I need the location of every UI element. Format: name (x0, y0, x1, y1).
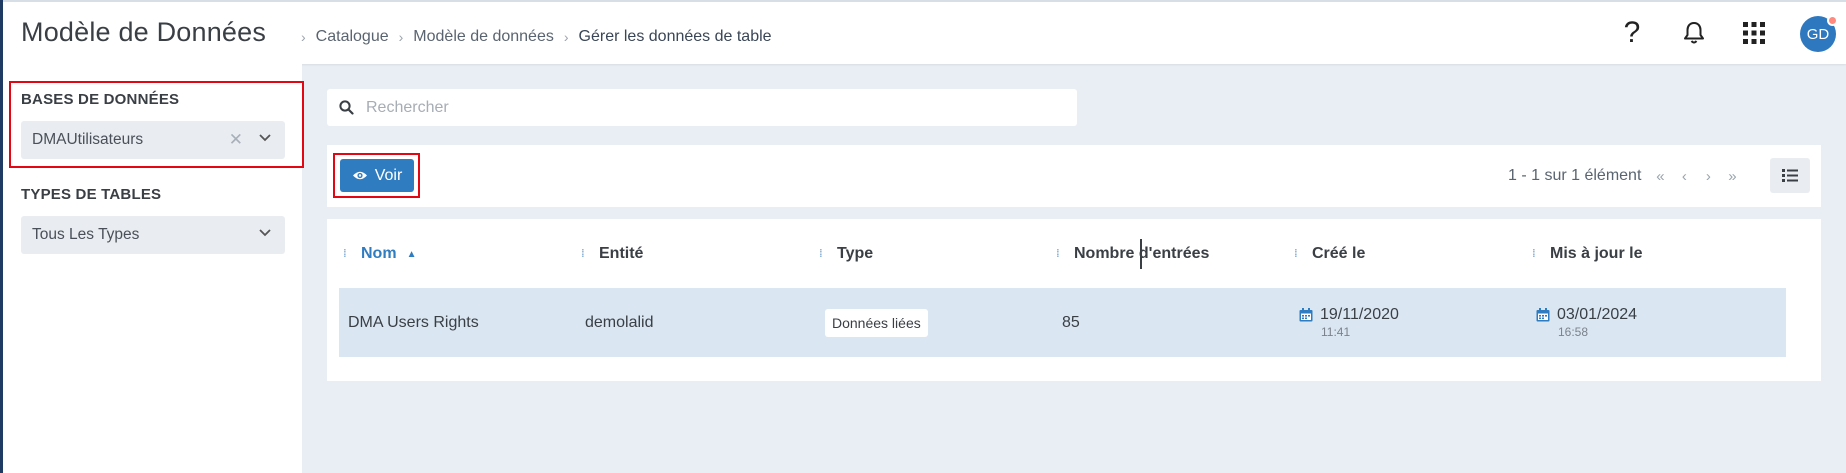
column-header-nom[interactable]: ⁞ Nom ▲ (343, 245, 416, 263)
databases-label: BASES DE DONNÉES (21, 91, 180, 108)
column-header-cree[interactable]: ⁞ Créé le (1294, 245, 1365, 263)
breadcrumb-separator-icon: › (563, 29, 569, 45)
avatar-initials: GD (1806, 25, 1830, 43)
breadcrumb: › Catalogue › Modèle de données › Gérer … (291, 28, 772, 46)
table-types-label: TYPES DE TABLES (21, 186, 162, 203)
bell-icon[interactable] (1677, 16, 1711, 50)
column-header-nombre-label: Nombre d'entrées (1074, 245, 1210, 262)
database-select[interactable]: DMAUtilisateurs ✕ (21, 121, 285, 159)
voir-button[interactable]: Voir (340, 159, 414, 192)
calendar-icon (1536, 308, 1550, 322)
cell-cree-le: 19/11/2020 11:41 (1299, 288, 1399, 357)
drag-handle-icon[interactable]: ⁞ (343, 249, 349, 260)
cree-le-time: 11:41 (1321, 325, 1351, 339)
avatar[interactable]: GD (1800, 15, 1838, 52)
table-row[interactable]: DMA Users Rights demolalid Données liées… (339, 288, 1786, 357)
sort-ascending-icon: ▲ (406, 248, 417, 260)
pagination-nav: « ‹ › » (1653, 168, 1739, 185)
list-view-toggle[interactable] (1770, 158, 1810, 193)
search-icon (339, 100, 354, 115)
drag-handle-icon[interactable]: ⁞ (1532, 249, 1538, 260)
mis-a-jour-time: 16:58 (1558, 325, 1589, 339)
first-page-icon[interactable]: « (1653, 168, 1667, 185)
drag-handle-icon[interactable]: ⁞ (819, 249, 825, 260)
drag-handle-icon[interactable]: ⁞ (1294, 249, 1300, 260)
column-header-mis-a-jour-label: Mis à jour le (1550, 245, 1643, 262)
table-type-select-value: Tous Les Types (32, 226, 140, 243)
pagination-text: 1 - 1 sur 1 élément (1508, 167, 1642, 184)
mis-a-jour-date: 03/01/2024 (1557, 306, 1638, 323)
last-page-icon[interactable]: » (1725, 168, 1739, 185)
type-badge: Données liées (825, 308, 928, 337)
list-view-icon (1782, 169, 1798, 182)
previous-page-icon[interactable]: ‹ (1677, 168, 1691, 185)
page-title: Modèle de Données (21, 17, 267, 47)
column-header-entite[interactable]: ⁞ Entité (581, 245, 643, 263)
column-header-mis-a-jour[interactable]: ⁞ Mis à jour le (1532, 245, 1642, 263)
column-header-type[interactable]: ⁞ Type (819, 245, 873, 263)
grid-header: ⁞ Nom ▲ ⁞ Entité ⁞ Type ⁞ Nombre d'entré… (339, 219, 1811, 289)
breadcrumb-separator-icon: › (398, 29, 404, 45)
column-header-cree-label: Créé le (1312, 245, 1366, 262)
cell-nombre: 85 (1062, 313, 1080, 331)
eye-icon (352, 171, 367, 180)
chevron-down-icon (259, 134, 271, 142)
notification-dot (1827, 15, 1838, 26)
cell-type: Données liées (825, 288, 928, 357)
cell-mis-a-jour: 03/01/2024 16:58 (1536, 288, 1637, 357)
table-type-select[interactable]: Tous Les Types (21, 216, 285, 254)
breadcrumb-separator-icon: › (301, 29, 306, 45)
next-page-icon[interactable]: › (1701, 168, 1715, 185)
drag-handle-icon[interactable]: ⁞ (1056, 249, 1062, 260)
top-header: Modèle de Données › Catalogue › Modèle d… (3, 0, 1846, 64)
calendar-icon (1299, 308, 1313, 322)
voir-button-label: Voir (374, 166, 403, 184)
apps-grid-icon[interactable] (1737, 16, 1771, 50)
pagination: 1 - 1 sur 1 élément « ‹ › » (1508, 167, 1739, 185)
cree-le-date: 19/11/2020 (1320, 306, 1399, 323)
data-grid: ⁞ Nom ▲ ⁞ Entité ⁞ Type ⁞ Nombre d'entré… (327, 219, 1821, 381)
search-box (327, 89, 1077, 126)
chevron-down-icon (259, 229, 271, 237)
database-select-value: DMAUtilisateurs (32, 131, 144, 148)
search-input[interactable] (366, 98, 1046, 117)
filter-sidebar: BASES DE DONNÉES DMAUtilisateurs ✕ TYPES… (3, 64, 304, 473)
breadcrumb-item-modele[interactable]: Modèle de données (413, 28, 554, 46)
column-header-nombre[interactable]: ⁞ Nombre d'entrées (1056, 245, 1209, 263)
clear-icon[interactable]: ✕ (229, 130, 243, 150)
drag-handle-icon[interactable]: ⁞ (581, 249, 587, 260)
breadcrumb-item-current: Gérer les données de table (578, 28, 772, 45)
column-header-nom-label: Nom (361, 245, 397, 262)
cell-entite: demolalid (585, 313, 654, 331)
grid-toolbar: Voir 1 - 1 sur 1 élément « ‹ › » (327, 145, 1821, 207)
help-icon[interactable]: ? (1615, 16, 1649, 50)
breadcrumb-item-catalogue[interactable]: Catalogue (316, 28, 389, 46)
cell-nom: DMA Users Rights (348, 313, 479, 331)
column-header-entite-label: Entité (599, 245, 644, 262)
column-header-type-label: Type (837, 245, 874, 262)
